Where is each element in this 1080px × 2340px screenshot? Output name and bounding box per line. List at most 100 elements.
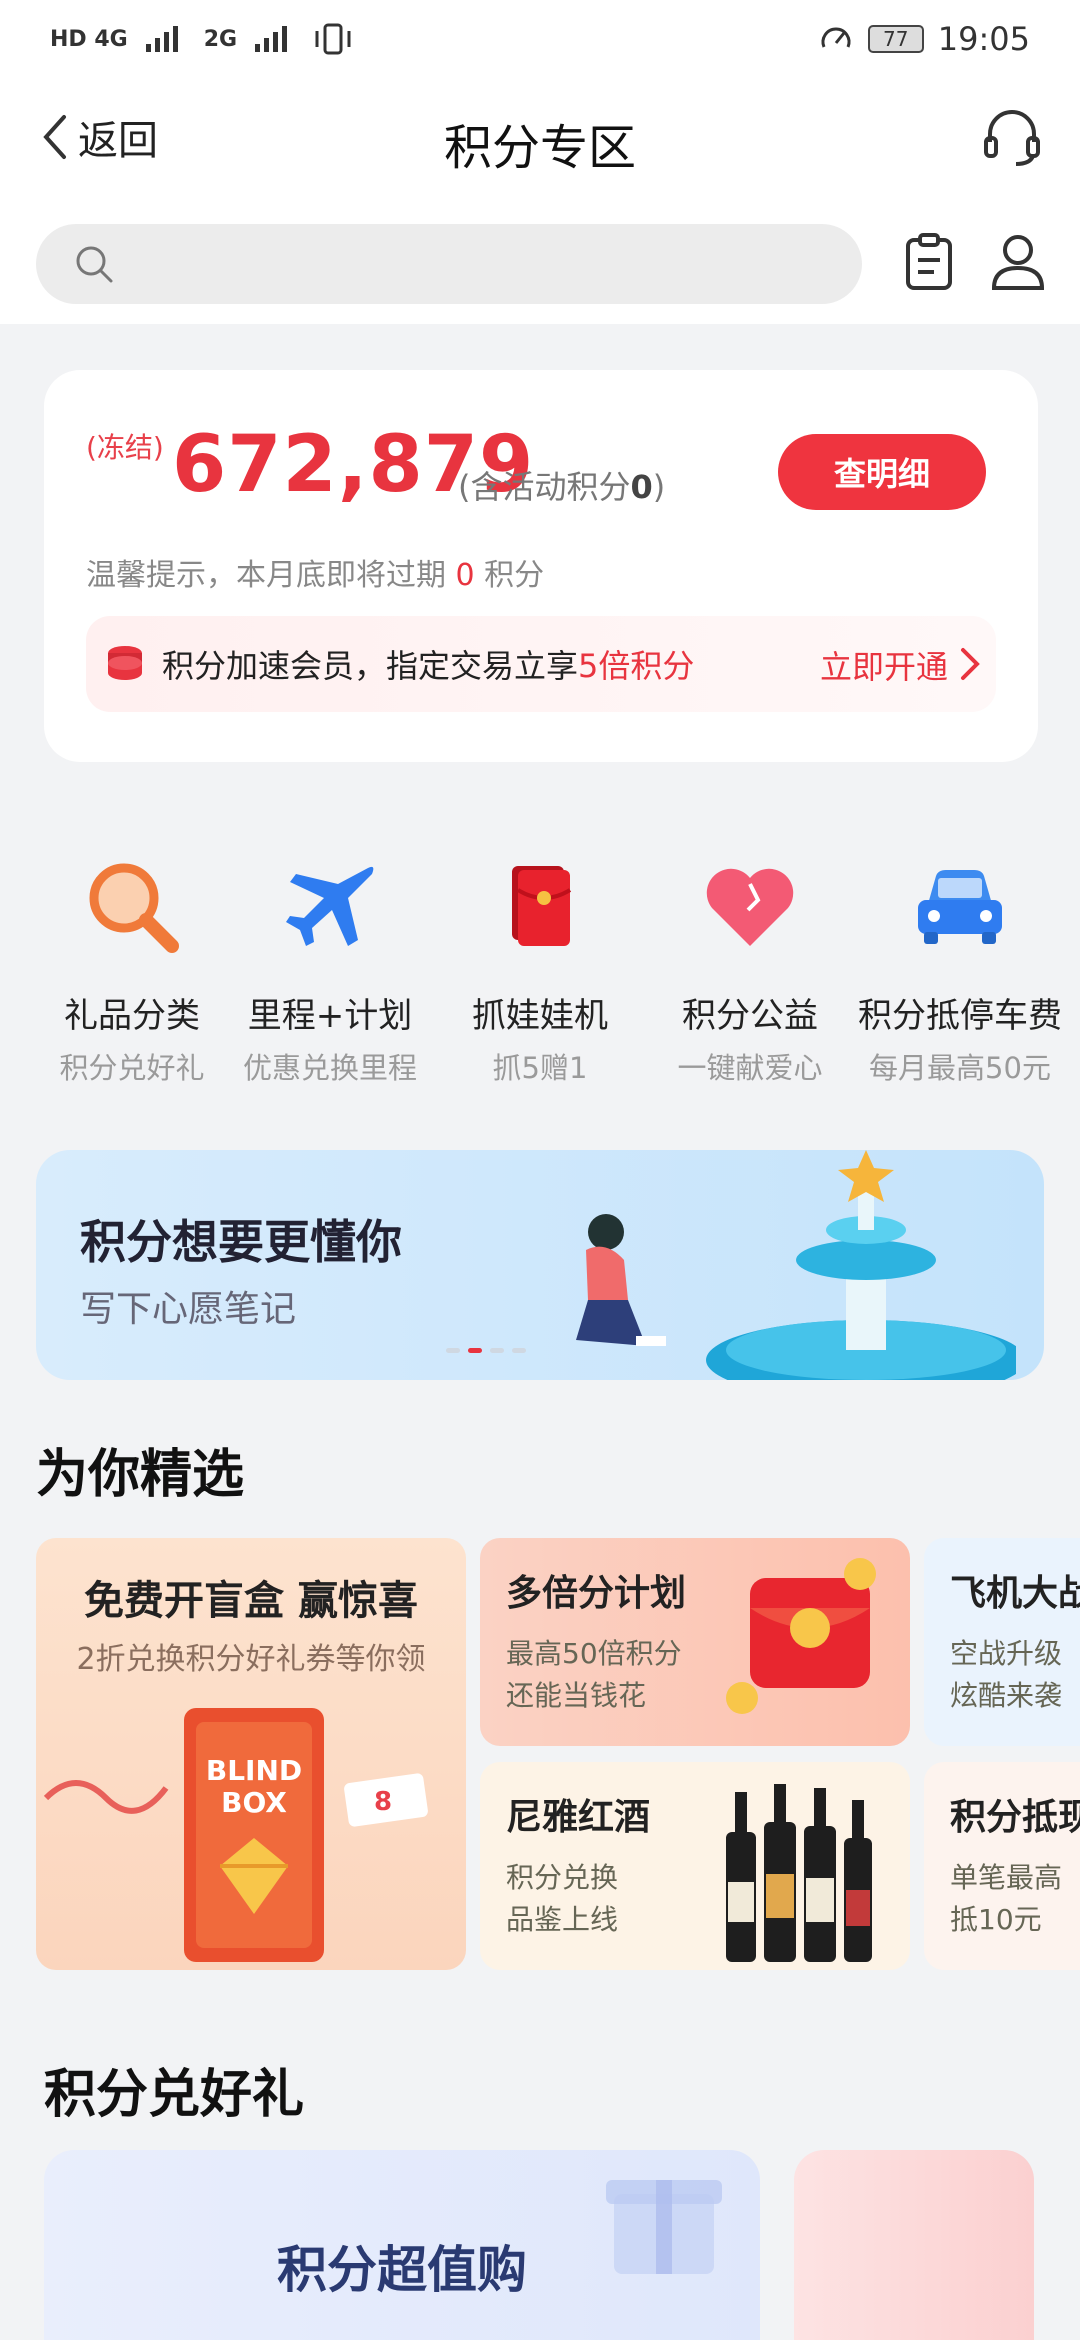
page-title: 积分专区: [443, 120, 636, 176]
vip-open-link[interactable]: 立即开通: [820, 642, 948, 688]
plane-game-card[interactable]: 飞机大战 空战升级 炫酷来袭: [924, 1538, 1080, 1746]
gifts-section-title: 积分兑好礼: [44, 2065, 305, 2125]
search-input[interactable]: [36, 224, 862, 304]
activity-prefix: (含活动积分: [458, 468, 631, 506]
card-subtitle-2: 抵10元: [950, 1903, 1042, 1936]
expire-tip: 温馨提示，本月底即将过期 0 积分: [86, 550, 544, 594]
tip-suffix: 积分: [474, 558, 545, 593]
battery-icon: 77: [867, 25, 924, 53]
back-label: 返回: [78, 118, 158, 164]
vip-promo-bar[interactable]: 积分加速会员，指定交易立享5倍积分 立即开通: [86, 616, 996, 712]
quick-entry-subtitle: 优惠兑换里程: [242, 1051, 417, 1085]
card-subtitle-2: 炫酷来袭: [950, 1679, 1063, 1712]
points-cash-card[interactable]: 积分抵现 单笔最高 抵10元: [924, 1762, 1080, 1970]
headset-icon[interactable]: [980, 104, 1044, 168]
blind-box-text-2: BOX: [221, 1786, 287, 1819]
signal-icon-2: [255, 26, 288, 52]
quick-entry-title: 里程+计划: [247, 996, 413, 1036]
quick-entry-title: 礼品分类: [64, 996, 200, 1036]
chevron-left-icon: [43, 115, 66, 159]
picks-grid: 免费开盲盒 赢惊喜 2折兑换积分好礼券等你领 BLIND BOX 8 多倍分计划…: [0, 1538, 1080, 1974]
car-icon: [918, 870, 1002, 944]
quick-entry-row: 礼品分类 积分兑好礼 里程+计划 优惠兑换里程 抓娃娃机 抓5赠1 积分公益 一…: [0, 840, 1080, 1085]
vip-text-highlight: 5倍积分: [578, 647, 695, 685]
svg-text:8: 8: [374, 1787, 392, 1817]
speed-icon: [821, 27, 851, 48]
clipboard-icon[interactable]: [904, 232, 954, 292]
heart-icon: [706, 868, 794, 946]
tip-prefix: 温馨提示，本月底即将过期: [86, 558, 456, 593]
value-buy-card[interactable]: 积分超值购: [44, 2150, 760, 2340]
signal-indicators: HD 4G 2G: [50, 23, 353, 55]
search-row: [0, 202, 1080, 324]
quick-entry-subtitle: 积分兑好礼: [59, 1051, 205, 1085]
card-subtitle-2: 还能当钱花: [506, 1679, 647, 1712]
vibrate-icon: [315, 23, 351, 55]
quick-entry-subtitle: 一键献爱心: [677, 1051, 823, 1085]
blind-box-illustration: BLIND BOX 8: [43, 1708, 428, 1962]
picks-section-title: 为你精选: [36, 1445, 245, 1505]
clock: 19:05: [937, 20, 1030, 58]
blind-box-card[interactable]: 免费开盲盒 赢惊喜 2折兑换积分好礼券等你领 BLIND BOX 8: [36, 1538, 466, 1970]
search-icon: [76, 246, 113, 283]
network2-label: 2G: [203, 26, 238, 52]
quick-entry-subtitle: 每月最高50元: [869, 1051, 1051, 1085]
red-envelope-icon: [512, 866, 572, 946]
card-title: 尼雅红酒: [506, 1797, 651, 1838]
pagination-dot-active: [468, 1348, 482, 1353]
user-icon[interactable]: [990, 232, 1046, 292]
gift-card-partial[interactable]: [794, 2150, 1034, 2340]
back-button[interactable]: 返回: [40, 108, 158, 166]
quick-entry-claw-machine[interactable]: 抓娃娃机 抓5赠1: [432, 840, 648, 1087]
banner-title: 积分想要更懂你: [80, 1215, 402, 1269]
blind-box-text-1: BLIND: [206, 1754, 302, 1787]
quick-entry-gift-category[interactable]: 礼品分类 积分兑好礼: [24, 840, 240, 1087]
red-packet-illustration: [726, 1558, 876, 1714]
wine-card[interactable]: 尼雅红酒 积分兑换 品鉴上线: [480, 1762, 910, 1970]
card-subtitle-2: 品鉴上线: [506, 1903, 619, 1936]
magnifier-icon: [89, 863, 179, 953]
card-subtitle: 空战升级: [950, 1637, 1063, 1670]
fountain-illustration: [576, 1150, 1016, 1380]
quick-entry-title: 积分公益: [682, 996, 818, 1036]
activity-suffix: ): [652, 468, 666, 506]
vip-promo-text: 积分加速会员，指定交易立享5倍积分: [162, 641, 694, 687]
banner-subtitle: 写下心愿笔记: [80, 1289, 297, 1330]
blind-box-title: 免费开盲盒 赢惊喜: [84, 1578, 418, 1624]
quick-entry-title: 抓娃娃机: [472, 996, 608, 1036]
points-card: (冻结) 672,879 (含活动积分0) 查明细 温馨提示，本月底即将过期 0…: [44, 370, 1038, 762]
pagination-dot: [512, 1348, 526, 1353]
chevron-right-icon: [961, 648, 980, 680]
multi-points-card[interactable]: 多倍分计划 最高50倍积分 还能当钱花: [480, 1538, 910, 1746]
airplane-icon: [286, 866, 374, 946]
wine-bottles-illustration: [726, 1784, 872, 1962]
view-details-button[interactable]: 查明细: [778, 434, 986, 510]
expiring-points: 0: [455, 558, 475, 593]
coin-stack-icon: [108, 646, 142, 680]
quick-entry-parking[interactable]: 积分抵停车费 每月最高50元: [852, 840, 1068, 1087]
gifts-row: 积分超值购: [0, 2150, 1080, 2340]
wish-banner[interactable]: 积分想要更懂你 写下心愿笔记: [36, 1150, 1044, 1380]
status-bar: HD 4G 2G 77 19:05: [0, 0, 1080, 78]
pagination-dot: [446, 1348, 460, 1353]
frozen-label: (冻结): [86, 431, 164, 464]
quick-entry-title: 积分抵停车费: [858, 996, 1062, 1036]
card-title: 多倍分计划: [506, 1573, 687, 1614]
card-title: 飞机大战: [950, 1573, 1080, 1614]
gift-box-icon: [606, 2180, 722, 2274]
card-subtitle: 单笔最高: [950, 1861, 1063, 1894]
card-title: 积分抵现: [950, 1797, 1080, 1838]
quick-entry-charity[interactable]: 积分公益 一键献爱心: [642, 840, 858, 1087]
banner-pagination: [446, 1348, 526, 1353]
blind-box-subtitle: 2折兑换积分好礼券等你领: [76, 1642, 426, 1677]
network-label: HD 4G: [50, 26, 128, 52]
quick-entry-subtitle: 抓5赠1: [492, 1051, 588, 1085]
status-right: 77 19:05: [818, 20, 1030, 58]
card-subtitle: 最高50倍积分: [506, 1637, 682, 1670]
activity-points-value: 0: [630, 468, 653, 506]
card-subtitle: 积分兑换: [506, 1861, 619, 1894]
vip-text-prefix: 积分加速会员，指定交易立享: [162, 647, 579, 685]
signal-icon: [145, 26, 178, 52]
pagination-dot: [490, 1348, 504, 1353]
quick-entry-miles[interactable]: 里程+计划 优惠兑换里程: [222, 840, 438, 1087]
